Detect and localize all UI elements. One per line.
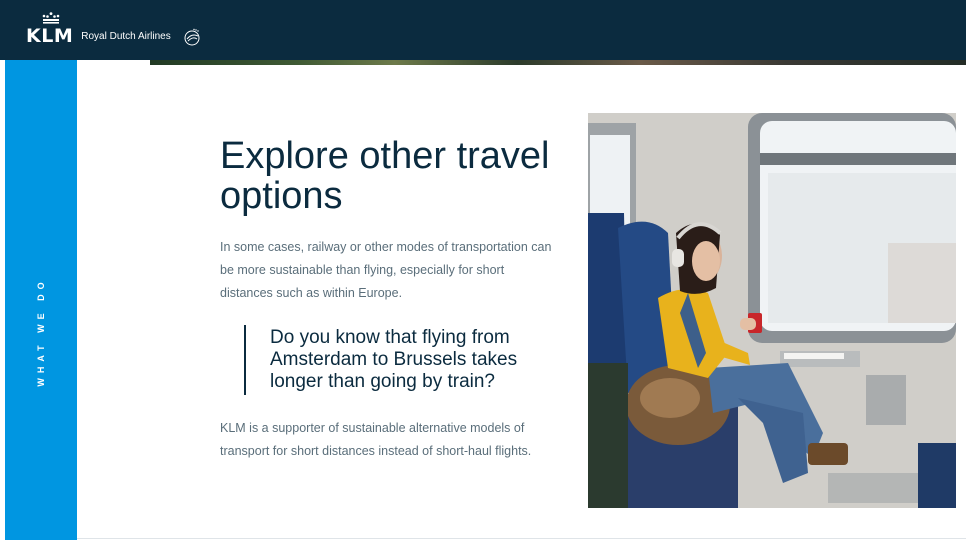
bottom-divider — [77, 538, 966, 539]
page-title: Explore other travel options — [220, 135, 550, 217]
pull-quote: Do you know that flying from Amsterdam t… — [244, 325, 570, 395]
skyteam-icon — [184, 28, 200, 46]
klm-crown-icon — [42, 12, 60, 24]
logo-wordmark: KLM — [26, 25, 74, 47]
hero-image-strip — [150, 60, 966, 65]
section-label: WHAT WE DO — [36, 277, 46, 387]
train-passenger-photo — [588, 113, 956, 508]
intro-paragraph: In some cases, railway or other modes of… — [220, 240, 552, 300]
logo-subtitle: Royal Dutch Airlines — [81, 31, 171, 42]
header-bar: KLM Royal Dutch Airlines — [0, 0, 966, 60]
pull-quote-text: Do you know that flying from Amsterdam t… — [270, 327, 518, 392]
closing-paragraph: KLM is a supporter of sustainable altern… — [220, 421, 532, 458]
klm-logo[interactable]: KLM Royal Dutch Airlines — [26, 12, 201, 46]
